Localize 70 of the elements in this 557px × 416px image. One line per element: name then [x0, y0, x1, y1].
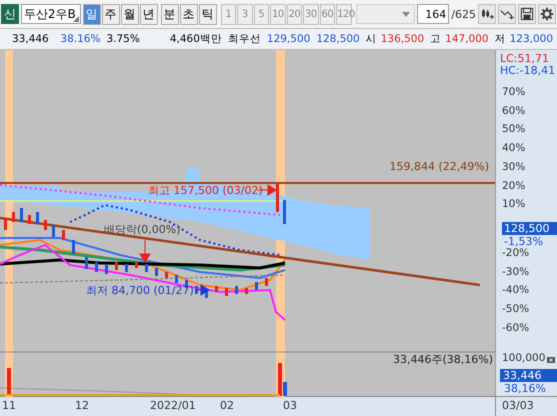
date-label: 11: [2, 399, 16, 412]
quote-value: 3.75%: [106, 33, 140, 45]
market-badge: 신: [1, 4, 19, 24]
chart-annotation: 배당락(0,00%): [104, 222, 181, 237]
arrow-marker: [140, 240, 151, 262]
axis-tick-label: -30%: [502, 266, 530, 278]
settings-icon[interactable]: [538, 4, 556, 24]
current-ratio-label: 38,16%: [504, 382, 546, 395]
chart-annotation: 최저 84,700 (01/27): [86, 283, 194, 298]
cursor-date: 03/03: [495, 397, 557, 416]
chart-annotation: 33,446주(38,16%): [392, 352, 493, 367]
caret-icon: [402, 12, 410, 16]
axis-tick-label: 30%: [502, 160, 526, 173]
period-tab[interactable]: 월: [120, 4, 139, 24]
line-add-icon[interactable]: [498, 4, 516, 24]
axis-tick-label: -40%: [502, 284, 530, 296]
chart-annotation: 최고 157,500 (03/02): [148, 183, 263, 198]
quote-value: 38.16%: [60, 33, 100, 45]
axis-tick-label: -20%: [502, 247, 530, 259]
current-change-label: -1,53%: [504, 235, 543, 248]
date-label: 02: [220, 399, 234, 412]
quote-value: 147,000: [445, 33, 489, 45]
current-volume-label: 33,446: [500, 369, 557, 382]
quote-value: 33,446: [12, 33, 50, 45]
axis-tick-label: 100,000: [502, 352, 546, 364]
hc-value: HC:-18,41: [500, 64, 556, 77]
quote-value: 4,460백만: [170, 32, 222, 46]
period-tab[interactable]: 일: [82, 4, 101, 24]
quote-value: 시: [366, 32, 377, 46]
quote-value: 123,000: [510, 33, 553, 45]
interval-button[interactable]: 5: [254, 4, 270, 24]
close-icon[interactable]: [547, 357, 555, 363]
interval-button[interactable]: 1: [220, 4, 236, 24]
axis-tick-label: -50%: [502, 303, 530, 316]
interval-button[interactable]: 10: [270, 4, 286, 24]
quote-value: 129,500: [266, 33, 310, 45]
period-tab[interactable]: 년: [140, 4, 158, 24]
axis-tick-label: 40%: [502, 142, 526, 154]
axis-tick-label: 60%: [502, 104, 526, 117]
axis-tick-label: 70%: [502, 86, 526, 98]
axis-tick-label: 10%: [502, 198, 526, 210]
stock-name-field[interactable]: 두산2우B: [20, 4, 81, 24]
period-tab[interactable]: 틱: [198, 4, 217, 24]
date-label: 12: [75, 399, 89, 412]
period-tab[interactable]: 분: [160, 4, 179, 24]
period-tab[interactable]: 주: [102, 4, 120, 24]
quote-value: 128,500: [316, 33, 360, 45]
chart-annotation: 159,844 (22,49%): [389, 160, 489, 173]
axis-tick-label: 50%: [502, 123, 526, 136]
interval-button[interactable]: 20: [286, 4, 302, 24]
quote-value: 고: [430, 32, 442, 46]
date-label: 2022/01: [150, 399, 196, 412]
axis-tick-label: 20%: [502, 180, 526, 192]
interval-button[interactable]: 60: [320, 4, 336, 24]
count-field[interactable]: 164: [417, 4, 450, 24]
save-icon[interactable]: [518, 4, 536, 24]
current-price-label: 128,500: [502, 222, 557, 235]
quote-value: 최우선: [228, 32, 261, 46]
axis-tick-label: -60%: [502, 322, 530, 334]
candle-add-icon[interactable]: [478, 4, 496, 24]
interval-button[interactable]: 30: [303, 4, 319, 24]
total-count: /625: [451, 8, 476, 20]
date-label: 03: [283, 399, 297, 412]
quote-value: 저: [494, 32, 506, 46]
quote-value: 136,500: [380, 33, 424, 45]
period-tab[interactable]: 초: [180, 4, 198, 24]
interval-button[interactable]: 120: [336, 4, 352, 24]
interval-button[interactable]: 3: [237, 4, 253, 24]
arrow-marker: [194, 284, 210, 296]
lc-value: LC:51,71: [500, 52, 550, 65]
